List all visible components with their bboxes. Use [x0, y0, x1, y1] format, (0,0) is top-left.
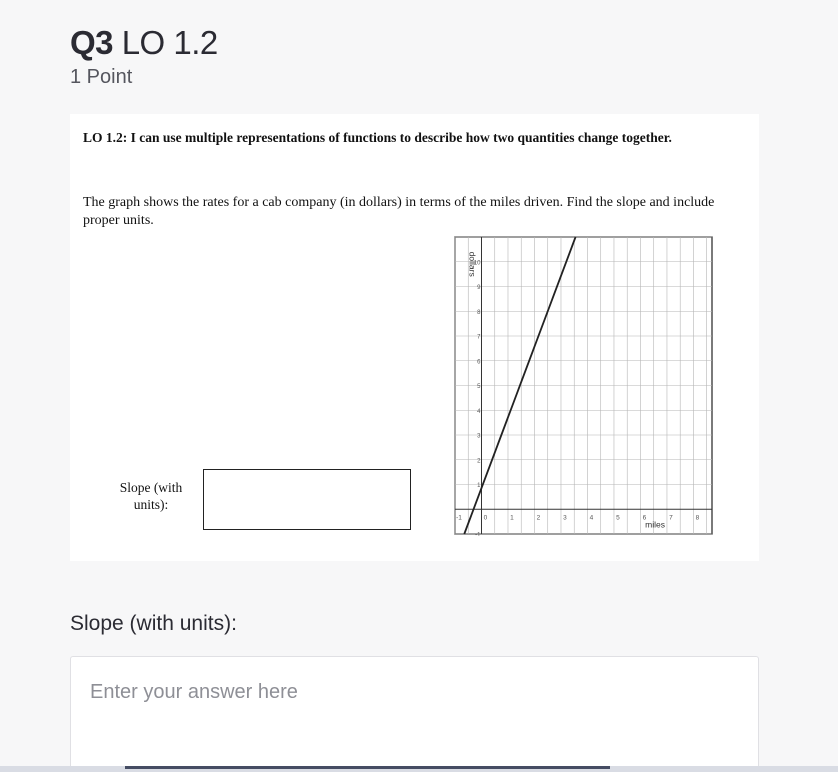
question-image: LO 1.2: I can use multiple representatio…	[70, 114, 759, 561]
answer-label: Slope (with units):	[70, 612, 237, 635]
x-tick-label: 8	[696, 514, 700, 521]
answer-input[interactable]	[71, 657, 758, 772]
question-prompt: The graph shows the rates for a cab comp…	[83, 195, 715, 228]
x-tick-label: -1	[456, 514, 462, 521]
question-number: Q3	[70, 24, 114, 61]
lo-statement: LO 1.2: I can use multiple representatio…	[83, 130, 672, 145]
x-axis-label: miles	[645, 519, 665, 529]
bottom-scrollbar[interactable]	[0, 766, 838, 772]
x-tick-label: 4	[590, 514, 594, 521]
x-tick-label: 3	[563, 514, 567, 521]
y-tick-label: -1	[475, 533, 481, 537]
slope-answer-box-image	[203, 469, 411, 530]
bottom-scrollbar-thumb[interactable]	[125, 766, 610, 769]
question-title: Q3 LO 1.2	[70, 24, 218, 62]
x-tick-label: 5	[616, 514, 620, 521]
question-points: 1 Point	[70, 66, 133, 88]
answer-input-container	[70, 656, 759, 772]
slope-label: Slope (with units):	[119, 480, 183, 512]
page: Q3 LO 1.2 1 Point LO 1.2: I can use mult…	[0, 0, 838, 772]
y-axis-label: dollars	[468, 252, 478, 277]
rate-graph: -1 0 1 2 3 4 5 6 7 8-112345678910milesdollars	[454, 236, 713, 537]
x-tick-label: 2	[537, 514, 541, 521]
question-lo: LO 1.2	[121, 24, 219, 61]
x-tick-label: 1	[510, 514, 514, 521]
x-tick-label: 0	[484, 514, 488, 521]
x-tick-label: 7	[669, 514, 673, 521]
